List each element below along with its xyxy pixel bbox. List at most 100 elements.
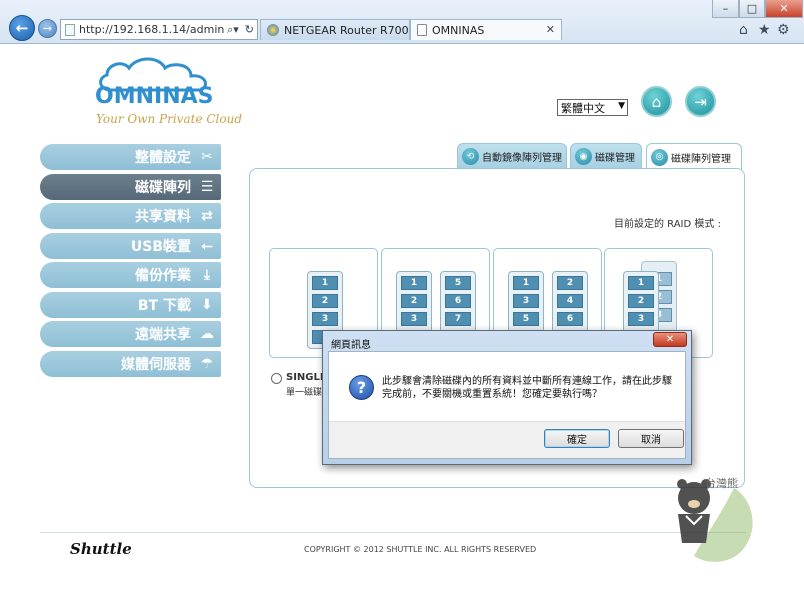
shuttle-logo: Shuttle [70, 540, 132, 558]
footer-divider [40, 532, 746, 533]
backup-icon: ⤓ [203, 267, 211, 283]
disk-slot: 2 [401, 294, 427, 308]
tab-label: 磁碟管理 [595, 153, 635, 164]
mirror-icon: ⟲ [462, 148, 479, 165]
disk-slot: 7 [445, 312, 471, 326]
tab-netgear[interactable]: NETGEAR Router R7000 [260, 19, 410, 40]
raid-icon: ◎ [651, 148, 668, 166]
current-raid-mode-label: 目前設定的 RAID 模式 : [614, 219, 721, 230]
bt-download-icon: ⬇ [201, 297, 213, 313]
sidebar-item-usb-devices[interactable]: USB裝置 ⭠ [40, 233, 221, 259]
disk-slot: 1 [312, 276, 338, 290]
disk-slot: 1 [628, 276, 654, 290]
favorites-star-icon[interactable]: ★ [758, 22, 771, 38]
tab-auto-mirror-array[interactable]: ⟲ 自動鏡像陣列管理 [457, 143, 567, 169]
sidebar-item-label: BT 下載 [137, 298, 191, 314]
exit-icon: ⇥ [694, 92, 707, 111]
dialog-body: ? 此步驟會清除磁碟內的所有資料並中斷所有連線工作，請在此步驟完成前，不要關機或… [328, 351, 686, 459]
close-window-button[interactable]: ✕ [765, 0, 803, 18]
minimize-button[interactable]: – [712, 0, 739, 18]
sidebar-item-label: 備份作業 [135, 268, 191, 284]
watermark-text: 台灣熊 [705, 477, 738, 490]
close-icon: ✕ [665, 334, 675, 345]
page-favicon-icon [417, 24, 427, 36]
logo-tagline: Your Own Private Cloud [96, 112, 243, 126]
chevron-down-icon: ▼ [618, 101, 625, 111]
sidebar-item-general-settings[interactable]: 整體設定 ✂ [40, 144, 221, 170]
tab-disk-management[interactable]: ◉ 磁碟管理 [570, 143, 642, 169]
dialog-close-button[interactable]: ✕ [653, 332, 687, 347]
usb-icon: ⭠ [201, 238, 213, 254]
language-select[interactable]: 繁體中文 ▼ [557, 99, 628, 116]
disk-slot: 3 [312, 312, 338, 326]
sidebar-item-backup-jobs[interactable]: 備份作業 ⤓ [40, 262, 221, 288]
disk-slot: 6 [445, 294, 471, 308]
sidebar-item-shared-data[interactable]: 共享資料 ⇄ [40, 203, 221, 229]
disk-slot: 2 [557, 276, 583, 290]
sidebar-item-label: 整體設定 [135, 150, 191, 166]
disk-slot: 4 [557, 294, 583, 308]
tab-label: OMNINAS [432, 23, 485, 37]
sidebar-item-bt-download[interactable]: BT 下載 ⬇ [40, 292, 221, 318]
sidebar-item-media-server[interactable]: 媒體伺服器 ☂ [40, 351, 221, 377]
copyright-text: COPYRIGHT © 2012 SHUTTLE INC. ALL RIGHTS… [304, 545, 537, 554]
disk-slot: 5 [513, 312, 539, 326]
sidebar-item-disk-array[interactable]: 磁碟陣列 ☰ [40, 174, 221, 200]
page-icon [65, 23, 75, 36]
home-icon[interactable]: ⌂ [739, 22, 748, 38]
address-bar[interactable]: http://192.168.1.14/admin.php? ⌕▾ ↻ [60, 19, 258, 40]
forward-arrow-icon: → [42, 22, 53, 35]
forward-button[interactable]: → [38, 19, 57, 38]
refresh-icon[interactable]: ↻ [242, 23, 257, 36]
raid-single-description: 單一磁碟 [286, 388, 323, 398]
disk-slot: 6 [557, 312, 583, 326]
address-url[interactable]: http://192.168.1.14/admin.php? [79, 23, 224, 36]
tab-close-icon[interactable]: ✕ [546, 23, 555, 36]
search-icon[interactable]: ⌕▾ [224, 23, 242, 37]
dialog-message: 此步驟會清除磁碟內的所有資料並中斷所有連線工作，請在此步驟完成前，不要關機或重置… [382, 376, 672, 400]
confirm-dialog: 網頁訊息 ✕ ? 此步驟會清除磁碟內的所有資料並中斷所有連線工作，請在此步驟完成… [322, 330, 692, 465]
sidebar-item-label: 共享資料 [135, 209, 191, 225]
tab-label: 磁碟陣列管理 [671, 153, 731, 165]
language-selected: 繁體中文 [561, 101, 605, 115]
raid-single-label: SINGLE [286, 372, 327, 383]
disk-slot: 5 [445, 276, 471, 290]
tools-icon: ✂ [201, 149, 213, 165]
dialog-title: 網頁訊息 [331, 340, 371, 351]
house-icon: ⌂ [651, 92, 662, 111]
logo-brand: OMNINAS [95, 84, 214, 109]
sidebar-item-label: USB裝置 [130, 239, 191, 255]
browser-chrome: ← → http://192.168.1.14/admin.php? ⌕▾ ↻ … [0, 0, 804, 44]
back-button[interactable]: ← [9, 15, 35, 41]
share-arrows-icon: ⇄ [201, 208, 213, 224]
ie-favicon-icon [267, 24, 279, 36]
question-icon: ? [349, 375, 374, 400]
disk-slot: 3 [628, 312, 654, 326]
gear-icon[interactable]: ⚙ [777, 22, 790, 38]
disk-icon: ◉ [575, 148, 592, 165]
disk-slot: 3 [401, 312, 427, 326]
tab-raid-management[interactable]: ◎ 磁碟陣列管理 [646, 143, 742, 170]
sidebar-item-label: 磁碟陣列 [135, 180, 191, 196]
media-server-icon: ☂ [200, 356, 214, 372]
omninas-logo: OMNINAS Your Own Private Cloud [93, 54, 242, 126]
maximize-button[interactable]: □ [739, 0, 765, 18]
tab-omninas[interactable]: OMNINAS ✕ [410, 19, 562, 40]
cloud-share-icon: ☁ [200, 326, 214, 342]
tab-label: NETGEAR Router R7000 [284, 23, 410, 37]
logout-button[interactable]: ⇥ [685, 86, 716, 117]
disk-slot: 2 [628, 294, 654, 308]
disk-slot: 1 [513, 276, 539, 290]
cancel-button[interactable]: 取消 [618, 429, 684, 448]
ok-button[interactable]: 確定 [544, 429, 610, 448]
disk-slot: 3 [513, 294, 539, 308]
sidebar-item-label: 遠端共享 [135, 327, 191, 343]
disk-stack-icon: ☰ [200, 179, 214, 195]
home-button[interactable]: ⌂ [641, 86, 672, 117]
sidebar-item-remote-share[interactable]: 遠端共享 ☁ [40, 321, 221, 347]
back-arrow-icon: ← [15, 19, 29, 37]
disk-slot: 2 [312, 294, 338, 308]
tab-label: 自動鏡像陣列管理 [482, 153, 562, 164]
sidebar-item-label: 媒體伺服器 [121, 357, 191, 373]
raid-single-radio[interactable] [271, 373, 282, 384]
